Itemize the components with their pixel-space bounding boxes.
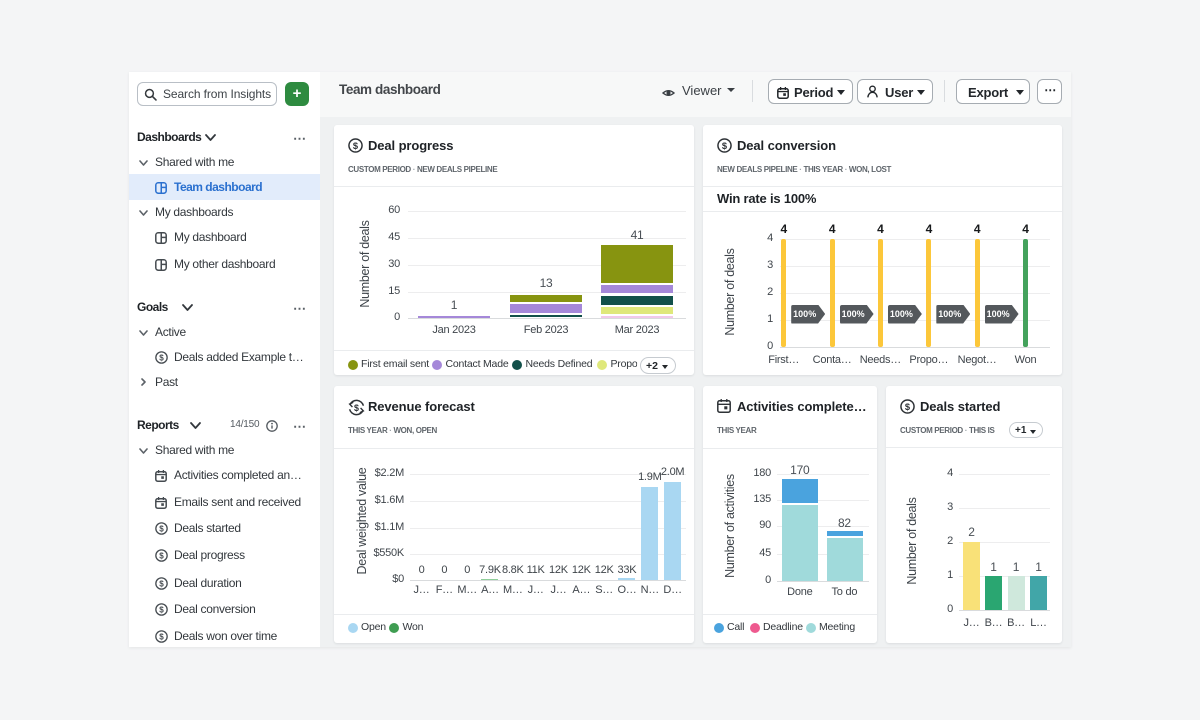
svg-text:$: $: [905, 402, 911, 412]
svg-text:$: $: [159, 579, 164, 588]
svg-text:$: $: [159, 524, 164, 533]
svg-text:$: $: [159, 353, 164, 362]
svg-text:$: $: [159, 551, 164, 560]
svg-text:$: $: [354, 403, 359, 413]
svg-text:$: $: [353, 141, 359, 151]
svg-text:$: $: [159, 605, 164, 614]
svg-text:$: $: [722, 141, 728, 151]
svg-text:$: $: [159, 632, 164, 641]
